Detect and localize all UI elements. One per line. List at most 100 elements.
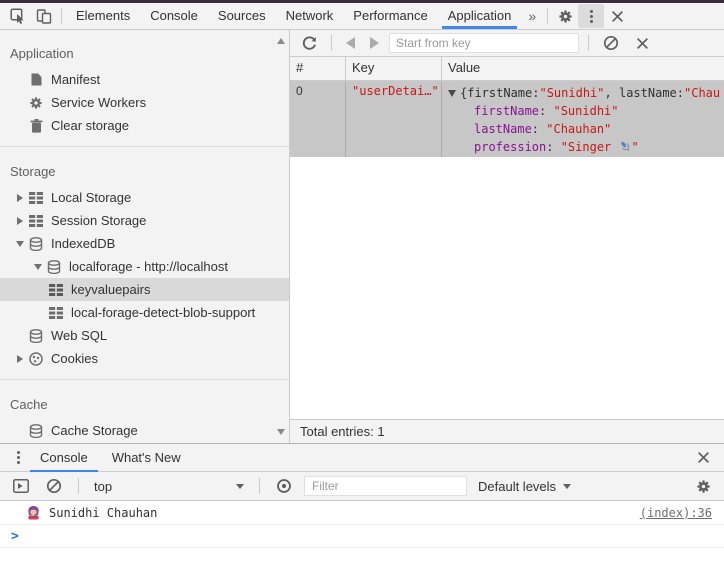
close-drawer-icon[interactable]	[690, 446, 716, 470]
clear-object-store-icon[interactable]	[598, 31, 624, 55]
tab-console[interactable]: Console	[140, 3, 208, 29]
cookie-icon	[28, 351, 44, 367]
table-icon	[48, 282, 64, 298]
preview-string: "Sunidhi"	[539, 86, 605, 100]
woman-singer-emoji	[26, 505, 41, 520]
sidebar-item-local-storage[interactable]: Local Storage	[0, 186, 289, 209]
dropdown-arrow-icon	[236, 483, 244, 489]
sidebar-divider	[0, 379, 289, 380]
sidebar-item-label: Manifest	[51, 72, 101, 87]
console-sidebar-toggle-icon[interactable]	[8, 474, 34, 498]
toolbar-divider	[78, 478, 79, 494]
application-sidebar: Application Manifest Service Workers Cle…	[0, 30, 290, 443]
object-preview-line: {firstName: "Sunidhi", lastName: "Chauha…	[446, 84, 720, 102]
sidebar-item-label: local-forage-detect-blob-support	[71, 305, 256, 320]
chevron-down-icon[interactable]	[34, 263, 42, 270]
section-title-cache: Cache	[10, 397, 48, 412]
tab-label: Performance	[353, 8, 428, 23]
drawer-tab-whats-new[interactable]: What's New	[100, 444, 193, 472]
delete-selected-icon[interactable]	[629, 31, 655, 55]
datagrid-empty-area	[290, 157, 724, 419]
more-tabs-button[interactable]: »	[521, 3, 543, 29]
scrollbar-up-arrow-icon[interactable]	[277, 38, 285, 44]
property-name: firstName	[474, 104, 540, 118]
next-page-icon[interactable]	[370, 37, 379, 49]
sidebar-item-label: keyvaluepairs	[71, 282, 151, 297]
row-value-cell: {firstName: "Sunidhi", lastName: "Chauha…	[442, 81, 724, 157]
live-expression-eye-icon[interactable]	[271, 474, 297, 498]
tab-elements[interactable]: Elements	[66, 3, 140, 29]
log-levels-selector[interactable]: Default levels	[474, 479, 575, 494]
sidebar-item-localforage-db[interactable]: localforage - http://localhost	[0, 255, 289, 278]
property-name: profession	[474, 140, 547, 154]
tab-label: Elements	[76, 8, 131, 23]
row-key-cell: "userDetai…"	[346, 81, 442, 157]
sidebar-item-keyvaluepairs[interactable]: keyvaluepairs	[0, 278, 289, 301]
tab-performance[interactable]: Performance	[343, 3, 437, 29]
microphone-emoji	[619, 140, 632, 153]
console-settings-gear-icon[interactable]	[690, 474, 716, 498]
file-icon	[28, 72, 44, 88]
sidebar-item-indexeddb[interactable]: IndexedDB	[0, 232, 289, 255]
section-title-application: Application	[10, 46, 74, 61]
tab-network[interactable]: Network	[276, 3, 344, 29]
javascript-context-selector[interactable]: top	[90, 479, 248, 494]
sidebar-item-label: Local Storage	[51, 190, 132, 205]
chevron-right-icon[interactable]	[17, 354, 23, 363]
sidebar-item-manifest[interactable]: Manifest	[0, 68, 289, 91]
chevron-right-icon[interactable]	[17, 216, 23, 225]
drawer-tab-console[interactable]: Console	[28, 444, 100, 472]
console-message-source-link[interactable]: (index):36	[640, 506, 712, 520]
chevron-down-icon[interactable]	[16, 240, 24, 247]
sidebar-item-label: Cookies	[51, 351, 98, 366]
total-entries-label: Total entries: 1	[300, 424, 385, 439]
start-from-key-input[interactable]	[389, 33, 579, 53]
tab-application[interactable]: Application	[438, 3, 522, 29]
total-entries-bar: Total entries: 1	[290, 419, 724, 443]
sidebar-item-blob-support-store[interactable]: local-forage-detect-blob-support	[0, 301, 289, 324]
database-icon	[46, 259, 62, 275]
sidebar-item-web-sql[interactable]: Web SQL	[0, 324, 289, 347]
scrollbar-down-arrow-icon[interactable]	[277, 429, 285, 435]
kebab-dots	[16, 451, 20, 464]
close-devtools-icon[interactable]	[604, 4, 630, 28]
kebab-dots	[589, 9, 593, 23]
device-toolbar-icon[interactable]	[31, 4, 57, 28]
property-name: lastName	[474, 122, 532, 136]
object-property-line: lastName: "Chauhan"	[474, 122, 612, 136]
more-tabs-chevrons: »	[528, 8, 537, 24]
sidebar-item-cache-storage[interactable]: Cache Storage	[0, 419, 289, 442]
column-header-key: Key	[346, 57, 442, 80]
toolbar-divider	[259, 478, 260, 494]
sidebar-item-label: IndexedDB	[51, 236, 116, 251]
console-toolbar: top Default levels	[0, 472, 724, 501]
datagrid-row-selected[interactable]: 0 "userDetai…" {firstName: "Sunidhi", la…	[290, 81, 724, 157]
tab-sources[interactable]: Sources	[208, 3, 276, 29]
console-input-prompt[interactable]: >	[0, 525, 724, 548]
drawer-menu-kebab-icon[interactable]	[8, 446, 28, 470]
context-label: top	[94, 478, 113, 494]
toolbar-divider	[547, 8, 549, 24]
sidebar-divider	[0, 146, 289, 147]
devtools-menu-kebab-icon[interactable]	[578, 4, 605, 28]
console-drawer: Console What's New top Filter Default le…	[0, 443, 724, 578]
chevron-right-icon[interactable]	[17, 193, 23, 202]
datagrid-header: # Key Value	[290, 57, 724, 81]
preview-text: {firstName:	[460, 86, 540, 100]
console-messages-area: Sunidhi Chauhan (index):36 >	[0, 501, 724, 578]
refresh-icon[interactable]	[296, 31, 322, 55]
previous-page-icon[interactable]	[346, 37, 355, 49]
console-filter-input[interactable]	[304, 476, 467, 496]
tab-label: Network	[285, 8, 334, 23]
gear-icon	[28, 95, 44, 111]
clear-console-icon[interactable]	[41, 474, 67, 498]
drawer-tabbar: Console What's New	[0, 444, 724, 472]
property-value: "Chauhan"	[546, 122, 612, 136]
expand-triangle-icon[interactable]	[448, 89, 456, 97]
inspect-element-icon[interactable]	[5, 4, 31, 28]
sidebar-item-clear-storage[interactable]: Clear storage	[0, 114, 289, 137]
sidebar-item-session-storage[interactable]: Session Storage	[0, 209, 289, 232]
settings-gear-icon[interactable]	[552, 4, 578, 28]
sidebar-item-cookies[interactable]: Cookies	[0, 347, 289, 370]
sidebar-item-service-workers[interactable]: Service Workers	[0, 91, 289, 114]
